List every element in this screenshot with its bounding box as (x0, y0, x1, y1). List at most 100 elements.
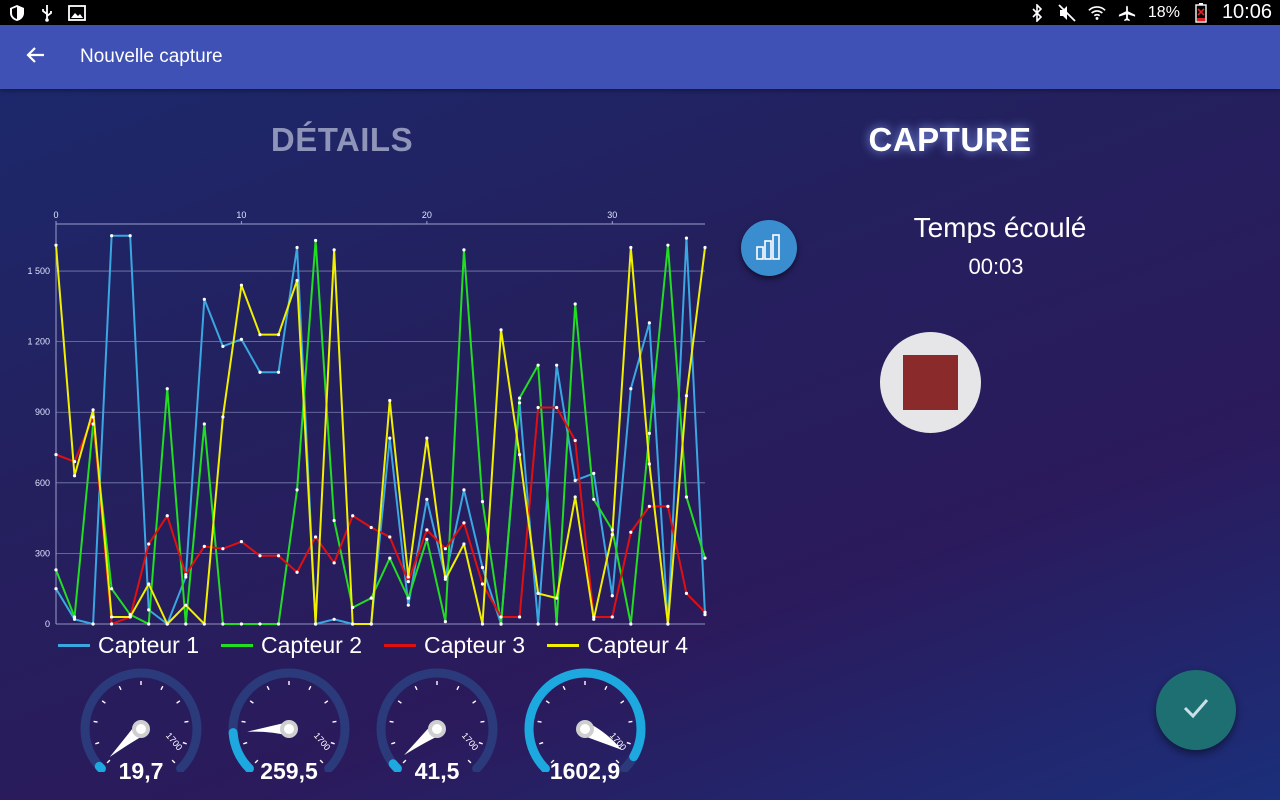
gauge-tick (480, 720, 485, 723)
data-point-capteur-3 (332, 561, 336, 565)
confirm-button[interactable] (1156, 670, 1236, 750)
data-point-capteur-2 (666, 243, 670, 247)
data-point-capteur-2 (276, 622, 281, 626)
data-point-capteur-2 (239, 622, 244, 626)
app-bar: Nouvelle capture (0, 25, 1280, 89)
gauge-hub-center (432, 724, 442, 734)
chart-legend: Capteur 1 Capteur 2 Capteur 3 Capteur 4 (58, 630, 718, 660)
x-tick-label: 0 (53, 210, 58, 220)
data-point-capteur-1 (684, 236, 689, 240)
data-point-capteur-4 (647, 462, 651, 466)
gauge-value: 41,5 (414, 758, 460, 784)
data-point-capteur-1 (110, 234, 114, 238)
clock: 10:06 (1221, 1, 1272, 23)
data-point-capteur-1 (536, 622, 540, 626)
status-left-icons (8, 4, 86, 22)
legend-label: Capteur 1 (98, 631, 200, 658)
data-point-capteur-2 (165, 387, 169, 391)
gauge-value: 1602,9 (549, 758, 621, 784)
chart-report-icon (754, 231, 784, 266)
data-point-capteur-3 (165, 514, 169, 518)
y-tick-label: 600 (35, 478, 50, 488)
gauge-tick (241, 720, 246, 723)
data-point-capteur-3 (369, 525, 373, 530)
gauge-tick (266, 685, 270, 691)
gauge-tick (249, 700, 254, 704)
data-point-capteur-4 (462, 542, 466, 546)
data-point-capteur-2 (369, 596, 373, 600)
y-tick-label: 1 200 (27, 337, 50, 347)
data-point-capteur-4 (517, 452, 522, 457)
data-point-capteur-2 (314, 238, 318, 243)
battery-icon (1192, 2, 1210, 23)
data-point-capteur-2 (202, 422, 206, 426)
gauge-tick (472, 700, 477, 704)
data-point-capteur-4 (276, 332, 281, 337)
data-point-capteur-2 (425, 537, 429, 541)
data-point-capteur-3 (480, 582, 485, 586)
data-point-capteur-3 (221, 547, 225, 551)
legend-item: Capteur 2 (221, 632, 362, 659)
data-point-capteur-4 (72, 474, 77, 478)
data-point-capteur-1 (91, 622, 95, 626)
gauge-dial: 1700 (524, 668, 646, 774)
data-point-capteur-2 (555, 622, 559, 626)
gauge-tick (537, 720, 542, 723)
chart-svg: 0 300 600 900 1 200 1 500 0 10 20 30 (27, 210, 707, 629)
data-point-capteur-1 (573, 478, 577, 483)
battery-percent: 18% (1147, 3, 1180, 21)
data-point-capteur-3 (314, 535, 318, 539)
data-point-capteur-4 (629, 245, 633, 250)
data-point-capteur-2 (72, 615, 77, 619)
data-point-capteur-4 (555, 596, 559, 600)
data-point-capteur-2 (258, 622, 262, 626)
data-point-capteur-4 (221, 415, 225, 419)
data-point-capteur-4 (536, 591, 540, 596)
tab-capture[interactable]: CAPTURE (830, 118, 1070, 162)
data-point-capteur-4 (592, 617, 596, 621)
data-point-capteur-3 (536, 405, 540, 410)
data-point-capteur-3 (351, 514, 355, 518)
data-point-capteur-2 (499, 622, 503, 626)
data-point-capteur-4 (703, 245, 707, 250)
data-point-capteur-1 (202, 297, 206, 301)
gauge-capteur-3: 1700 41,5 (370, 662, 504, 800)
back-button[interactable] (0, 25, 72, 89)
gauge-tick (562, 685, 566, 691)
data-point-capteur-3 (110, 622, 114, 626)
tab-details[interactable]: DÉTAILS (222, 118, 462, 162)
data-point-capteur-1 (517, 401, 522, 405)
data-point-capteur-1 (332, 617, 336, 621)
data-point-capteur-4 (128, 615, 132, 619)
data-point-capteur-3 (684, 591, 689, 596)
data-point-capteur-4 (351, 622, 355, 626)
data-point-capteur-3 (443, 547, 447, 551)
x-tick-label: 10 (236, 210, 246, 220)
data-point-capteur-2 (629, 622, 633, 626)
data-point-capteur-4 (406, 575, 410, 579)
gauge-capteur-2: 1700 259,5 (222, 662, 356, 800)
bluetooth-icon (1028, 3, 1046, 22)
data-point-capteur-3 (555, 405, 559, 410)
gauge-dial: 1700 (80, 668, 202, 774)
arrow-back-icon (26, 46, 46, 69)
data-point-capteur-2 (388, 556, 392, 560)
data-point-capteur-3 (517, 615, 522, 619)
gauge-tick (160, 685, 164, 691)
shield-icon (8, 4, 26, 22)
data-point-capteur-4 (314, 622, 318, 626)
gauge-hub-center (284, 724, 294, 734)
gauge-tick (95, 741, 100, 745)
data-point-capteur-1 (388, 436, 392, 440)
data-point-capteur-2 (684, 495, 689, 499)
airplane-icon (1118, 4, 1136, 22)
data-point-capteur-3 (573, 438, 577, 443)
report-button[interactable] (741, 220, 797, 276)
data-point-capteur-4 (258, 332, 262, 337)
stop-capture-button[interactable] (880, 332, 981, 433)
gauge-hub-center (580, 724, 590, 734)
data-point-capteur-2 (462, 248, 466, 252)
data-point-capteur-2 (110, 587, 114, 591)
data-point-capteur-3 (425, 528, 429, 532)
data-point-capteur-4 (369, 622, 373, 626)
